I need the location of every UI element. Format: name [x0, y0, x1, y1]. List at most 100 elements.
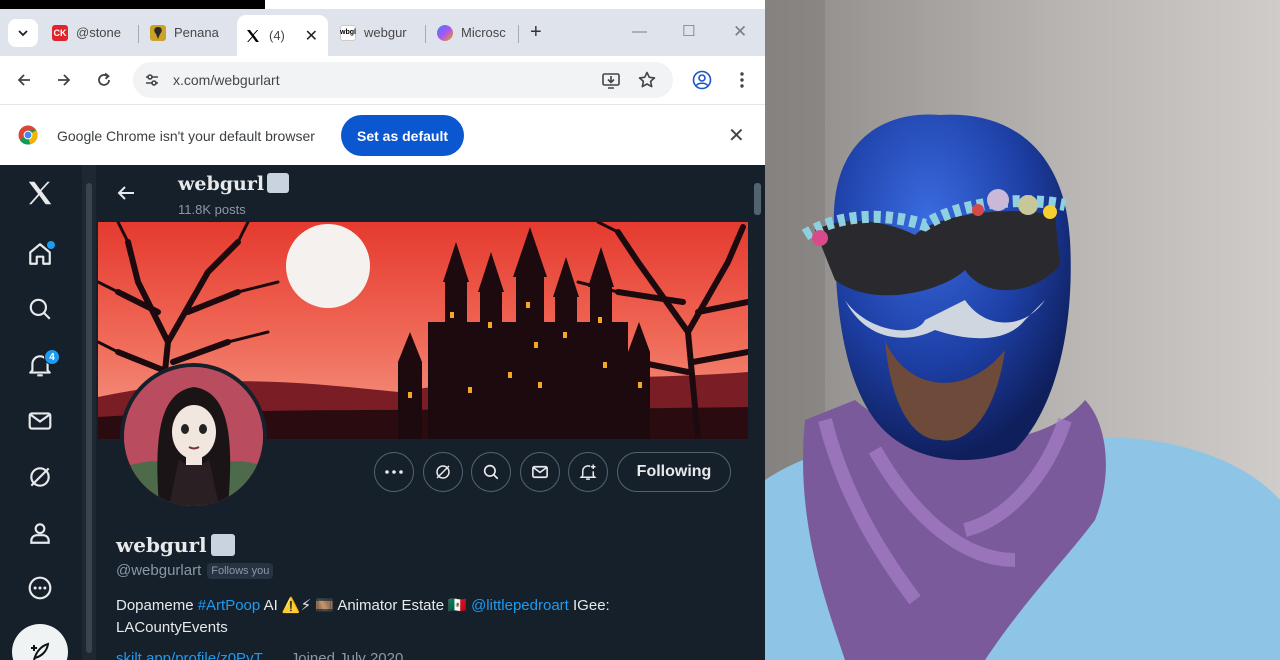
grok-icon: [30, 467, 50, 487]
tab-label: (4): [269, 28, 285, 43]
reload-icon: [98, 72, 110, 86]
grok-profile-button[interactable]: [423, 452, 463, 492]
post-count: 11.8K posts: [178, 202, 246, 217]
newspaper-emoji-icon: [210, 534, 235, 556]
webcam-feed-image: [765, 0, 1280, 660]
address-bar[interactable]: x.com/webgurlart: [133, 62, 673, 98]
tab-strip: CK @stone Penana (4) ✕ wbgl webgur Micro…: [0, 9, 765, 56]
arrow-right-icon: [58, 74, 71, 86]
more-circle-icon: [28, 576, 52, 600]
close-infobar-icon[interactable]: ✕: [728, 123, 745, 148]
avatar-portrait-image: [124, 367, 263, 506]
notify-button[interactable]: [568, 452, 608, 492]
x-profile-page: 4 webgurl 11.8K posts Following webgurl …: [0, 165, 765, 660]
profile-name-text: webgurl: [116, 533, 207, 557]
profile-handle-row: @webgurlart Follows you: [116, 562, 274, 579]
profile-bio: Dopameme #ArtPoop AI ⚠️⚡ 🎞️ Animator Est…: [116, 595, 716, 639]
tab-label: webgur: [364, 25, 407, 40]
chrome-logo-icon: [18, 125, 38, 145]
hashtag-link[interactable]: #ArtPoop: [198, 597, 261, 614]
webgurl-favicon-icon: wbgl: [340, 24, 356, 41]
close-tab-icon[interactable]: ✕: [295, 26, 328, 46]
unread-dot: [47, 241, 55, 249]
profile-display-name: webgurl: [116, 533, 235, 557]
person-icon: [30, 523, 50, 544]
browser-window: CK @stone Penana (4) ✕ wbgl webgur Micro…: [0, 0, 765, 660]
search-profile-button[interactable]: [471, 452, 511, 492]
close-window-icon[interactable]: ✕: [733, 22, 747, 42]
message-button[interactable]: [520, 452, 560, 492]
newspaper-emoji-icon: [267, 173, 290, 193]
default-browser-infobar: Google Chrome isn't your default browser…: [0, 104, 765, 164]
infobar-message: Google Chrome isn't your default browser: [57, 128, 315, 144]
x-sidebar-nav: 4: [0, 165, 82, 660]
bio-text: LACountyEvents: [116, 619, 228, 636]
page-scrollbar[interactable]: [750, 165, 765, 660]
maximize-icon[interactable]: ☐: [682, 22, 695, 40]
arrow-left-icon: [17, 74, 30, 86]
desktop-strip: [0, 0, 265, 9]
bookmark-star-icon[interactable]: [637, 70, 657, 90]
tab-label: @stone: [76, 25, 121, 40]
set-default-button[interactable]: Set as default: [341, 115, 464, 156]
nav-more[interactable]: [22, 570, 58, 606]
mention-link[interactable]: @littlepedroart: [471, 597, 569, 614]
tab-penana[interactable]: Penana: [150, 15, 235, 50]
search-icon: [29, 298, 51, 320]
arrow-left-icon: [117, 186, 134, 200]
tab-label: Microsc: [461, 25, 506, 40]
sidebar-scrollbar[interactable]: [82, 165, 96, 660]
mail-icon: [28, 412, 52, 430]
x-logo-icon[interactable]: [22, 175, 58, 211]
profile-header-bar: webgurl 11.8K posts: [98, 165, 748, 222]
more-horizontal-icon: [385, 470, 403, 474]
profile-avatar[interactable]: [120, 363, 267, 510]
nav-profile[interactable]: [22, 515, 58, 551]
chevron-down-icon: [18, 30, 28, 37]
site-settings-icon[interactable]: [143, 71, 161, 89]
tab-separator: [425, 25, 426, 43]
joined-date: Joined July 2020: [290, 650, 404, 660]
tab-microsoft[interactable]: Microsc: [437, 15, 512, 50]
website-link[interactable]: skilt.app/profile/z0PvT: [116, 650, 263, 660]
notifications-badge: 4: [44, 349, 60, 365]
install-app-icon[interactable]: [601, 70, 621, 90]
chrome-menu-button[interactable]: [730, 68, 754, 92]
tab-search-button[interactable]: [8, 19, 38, 47]
nav-explore[interactable]: [22, 291, 58, 327]
tab-stone[interactable]: CK @stone: [52, 15, 132, 50]
tab-webgurl[interactable]: wbgl webgur: [340, 15, 420, 50]
new-tab-button[interactable]: +: [530, 15, 550, 50]
nav-messages[interactable]: [22, 403, 58, 439]
compose-post-button[interactable]: [12, 624, 68, 660]
minimize-icon[interactable]: —: [632, 23, 647, 40]
bio-text: AI ⚠️⚡ 🎞️ Animator Estate 🇲🇽: [260, 597, 472, 614]
profile-button[interactable]: [690, 68, 714, 92]
forward-button[interactable]: [52, 68, 76, 92]
browser-toolbar: x.com/webgurlart: [0, 56, 765, 104]
nav-grok[interactable]: [22, 459, 58, 495]
back-button[interactable]: [12, 68, 36, 92]
follows-you-badge: Follows you: [207, 562, 274, 579]
nav-home[interactable]: [22, 236, 58, 272]
following-button[interactable]: Following: [617, 452, 731, 492]
tab-separator: [518, 25, 519, 43]
profile-meta-row: skilt.app/profile/z0PvT Joined July 2020: [116, 650, 403, 660]
back-arrow-button[interactable]: [116, 183, 136, 208]
search-icon: [483, 464, 499, 480]
reload-button[interactable]: [92, 68, 116, 92]
grok-icon: [436, 465, 450, 479]
tab-x-active[interactable]: (4) ✕: [237, 15, 328, 56]
account-icon: [692, 70, 712, 90]
url-text: x.com/webgurlart: [173, 72, 280, 88]
kebab-menu-icon: [740, 72, 744, 88]
feather-plus-icon: [31, 642, 50, 660]
nav-notifications[interactable]: 4: [22, 347, 60, 383]
copilot-favicon-icon: [437, 24, 453, 41]
tab-favicon-icon: CK: [52, 24, 68, 41]
more-options-button[interactable]: [374, 452, 414, 492]
header-display-name: webgurl: [178, 173, 290, 195]
bell-plus-icon: [579, 464, 597, 480]
mail-icon: [532, 465, 548, 479]
tab-separator: [138, 25, 139, 43]
